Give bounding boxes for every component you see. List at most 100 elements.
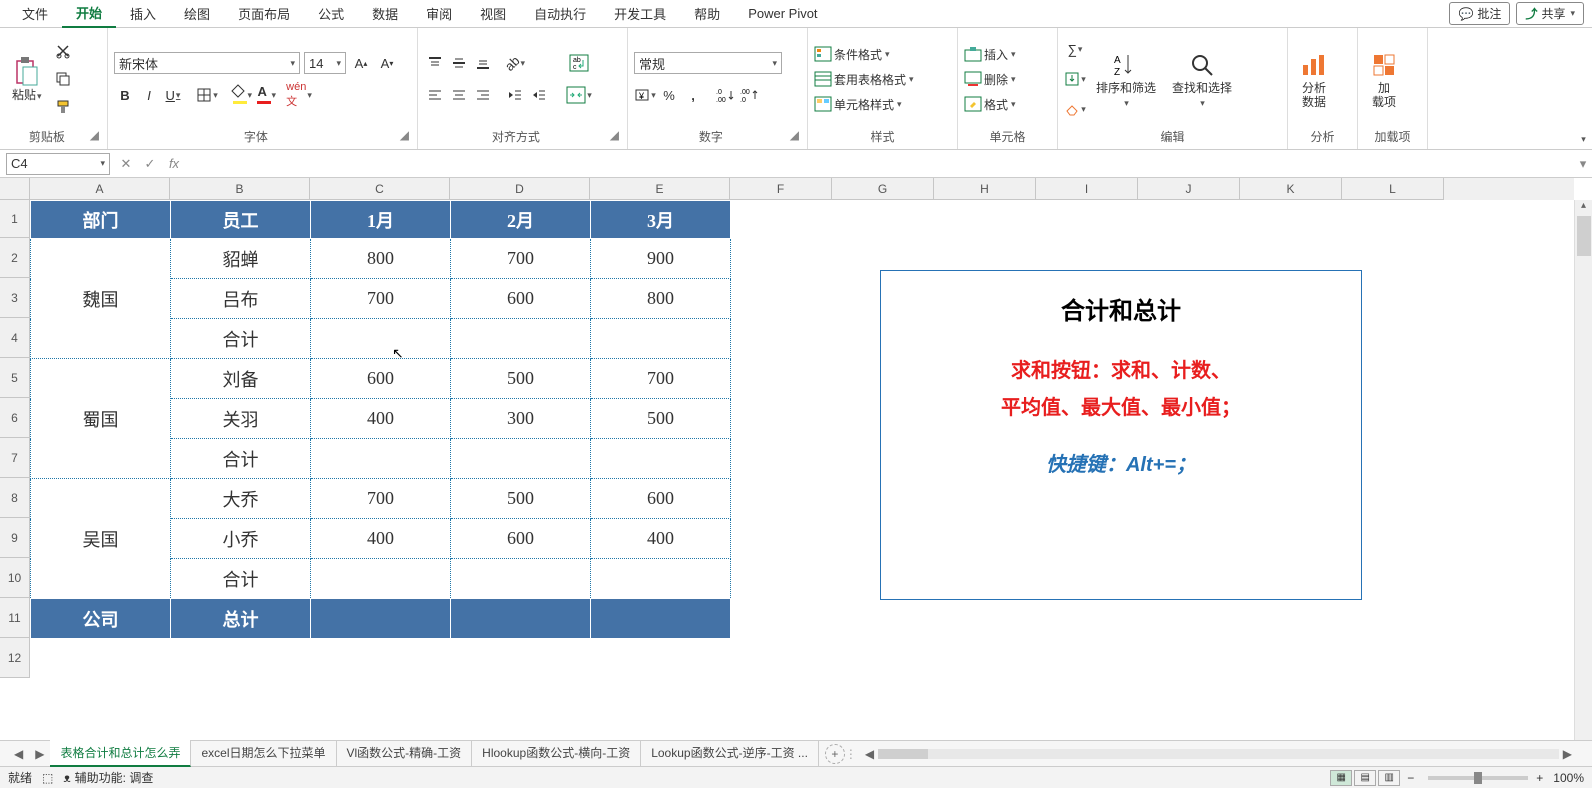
cell[interactable]: 700 bbox=[311, 479, 451, 519]
col-header-B[interactable]: B bbox=[170, 178, 310, 200]
col-header-K[interactable]: K bbox=[1240, 178, 1342, 200]
add-sheet-button[interactable]: + bbox=[825, 744, 845, 764]
cell[interactable]: 貂蝉 bbox=[171, 239, 311, 279]
name-box[interactable]: C4▾ bbox=[6, 153, 110, 175]
font-name-select[interactable]: 新宋体▾ bbox=[114, 52, 300, 74]
wrap-text-button[interactable]: abc bbox=[564, 52, 594, 74]
insert-cells-button[interactable]: 插入▾ bbox=[964, 46, 1016, 63]
align-left-button[interactable] bbox=[424, 84, 446, 106]
vertical-scrollbar[interactable]: ▴ bbox=[1574, 200, 1592, 740]
cell[interactable]: 合计 bbox=[171, 439, 311, 479]
cell[interactable]: 大乔 bbox=[171, 479, 311, 519]
select-all-corner[interactable] bbox=[0, 178, 30, 200]
cell-styles-button[interactable]: 单元格样式▾ bbox=[814, 96, 902, 113]
comments-button[interactable]: 💬批注 bbox=[1449, 2, 1510, 25]
cell[interactable] bbox=[451, 439, 591, 479]
col-header-E[interactable]: E bbox=[590, 178, 730, 200]
ribbon-collapse-button[interactable]: ▾ bbox=[1574, 28, 1592, 149]
percent-button[interactable]: % bbox=[658, 84, 680, 106]
cell[interactable] bbox=[311, 559, 451, 599]
increase-decimal-button[interactable]: .0.00 bbox=[714, 84, 736, 106]
cell[interactable] bbox=[311, 599, 451, 639]
row-header-3[interactable]: 3 bbox=[0, 278, 30, 318]
cell[interactable] bbox=[451, 559, 591, 599]
formula-input[interactable] bbox=[186, 153, 1574, 175]
increase-indent-button[interactable] bbox=[528, 84, 550, 106]
menu-insert[interactable]: 插入 bbox=[116, 0, 170, 27]
find-select-button[interactable]: 查找和选择▾ bbox=[1166, 47, 1238, 112]
row-header-12[interactable]: 12 bbox=[0, 638, 30, 678]
col-header-F[interactable]: F bbox=[730, 178, 832, 200]
row-header-6[interactable]: 6 bbox=[0, 398, 30, 438]
align-top-button[interactable] bbox=[424, 52, 446, 74]
sheet-tab-4[interactable]: Lookup函数公式-逆序-工资 ... bbox=[641, 740, 819, 767]
zoom-out-button[interactable]: − bbox=[1407, 771, 1414, 785]
cell[interactable]: 吕布 bbox=[171, 279, 311, 319]
col-header-L[interactable]: L bbox=[1342, 178, 1444, 200]
cell[interactable]: 700 bbox=[451, 239, 591, 279]
zoom-slider[interactable] bbox=[1428, 776, 1528, 780]
fill-color-button[interactable]: ▾ bbox=[230, 84, 252, 106]
cut-button[interactable] bbox=[52, 40, 74, 62]
cell[interactable]: 2月 bbox=[451, 201, 591, 239]
cell[interactable]: 500 bbox=[591, 399, 731, 439]
view-pagebreak-button[interactable]: ▥ bbox=[1378, 770, 1400, 786]
tab-nav-next[interactable]: ▶ bbox=[29, 747, 50, 761]
cell[interactable]: 600 bbox=[451, 279, 591, 319]
menu-view[interactable]: 视图 bbox=[466, 0, 520, 27]
dialog-launcher-icon[interactable]: ◢ bbox=[398, 128, 411, 142]
cell[interactable]: 600 bbox=[451, 519, 591, 559]
cell[interactable]: 300 bbox=[451, 399, 591, 439]
cell[interactable]: 800 bbox=[311, 239, 451, 279]
autosum-button[interactable]: ∑▾ bbox=[1064, 38, 1086, 60]
cell[interactable]: 吴国 bbox=[31, 479, 171, 599]
menu-data[interactable]: 数据 bbox=[358, 0, 412, 27]
sheet-tab-1[interactable]: excel日期怎么下拉菜单 bbox=[191, 740, 336, 767]
row-header-7[interactable]: 7 bbox=[0, 438, 30, 478]
orientation-button[interactable]: ab▾ bbox=[504, 52, 526, 74]
col-header-C[interactable]: C bbox=[310, 178, 450, 200]
enter-formula-button[interactable]: ✓ bbox=[138, 156, 162, 172]
delete-cells-button[interactable]: 删除▾ bbox=[964, 71, 1016, 88]
increase-font-button[interactable]: A▴ bbox=[350, 52, 372, 74]
italic-button[interactable]: I bbox=[138, 84, 160, 106]
cell[interactable]: 600 bbox=[311, 359, 451, 399]
cell[interactable] bbox=[311, 439, 451, 479]
row-header-10[interactable]: 10 bbox=[0, 558, 30, 598]
row-header-11[interactable]: 11 bbox=[0, 598, 30, 638]
col-header-G[interactable]: G bbox=[832, 178, 934, 200]
cell[interactable] bbox=[451, 599, 591, 639]
formula-expand-button[interactable]: ▾ bbox=[1574, 156, 1592, 172]
merge-center-button[interactable]: ▾ bbox=[564, 84, 594, 106]
copy-button[interactable] bbox=[52, 68, 74, 90]
macro-record-icon[interactable]: ⬚ bbox=[42, 771, 53, 785]
view-normal-button[interactable]: ▦ bbox=[1330, 770, 1352, 786]
menu-automate[interactable]: 自动执行 bbox=[520, 0, 600, 27]
cell[interactable]: 合计 bbox=[171, 319, 311, 359]
format-cells-button[interactable]: 格式▾ bbox=[964, 96, 1016, 113]
cell[interactable]: 700 bbox=[591, 359, 731, 399]
cell[interactable]: 魏国 bbox=[31, 239, 171, 359]
table-format-button[interactable]: 套用表格格式▾ bbox=[814, 71, 914, 88]
accounting-button[interactable]: ¥▾ bbox=[634, 84, 656, 106]
row-header-4[interactable]: 4 bbox=[0, 318, 30, 358]
worksheet-grid[interactable]: ABCDEFGHIJKL 123456789101112 部门员工1月2月3月魏… bbox=[0, 178, 1592, 740]
cell[interactable]: 900 bbox=[591, 239, 731, 279]
font-color-button[interactable]: A▾ bbox=[254, 84, 276, 106]
cell[interactable] bbox=[451, 319, 591, 359]
number-format-select[interactable]: 常规▾ bbox=[634, 52, 782, 74]
menu-dev[interactable]: 开发工具 bbox=[600, 0, 680, 27]
zoom-level[interactable]: 100% bbox=[1553, 771, 1584, 785]
addins-button[interactable]: 加 载项 bbox=[1364, 47, 1404, 112]
bold-button[interactable]: B bbox=[114, 84, 136, 106]
clear-button[interactable]: ▾ bbox=[1064, 98, 1086, 120]
cell[interactable]: 蜀国 bbox=[31, 359, 171, 479]
font-size-select[interactable]: 14▾ bbox=[304, 52, 346, 74]
tab-nav-prev[interactable]: ◀ bbox=[8, 747, 29, 761]
fill-button[interactable]: ▾ bbox=[1064, 68, 1086, 90]
phonetic-button[interactable]: wén文▾ bbox=[288, 84, 310, 106]
col-header-J[interactable]: J bbox=[1138, 178, 1240, 200]
cell[interactable]: 公司 bbox=[31, 599, 171, 639]
format-painter-button[interactable] bbox=[52, 96, 74, 118]
cell[interactable]: 1月 bbox=[311, 201, 451, 239]
